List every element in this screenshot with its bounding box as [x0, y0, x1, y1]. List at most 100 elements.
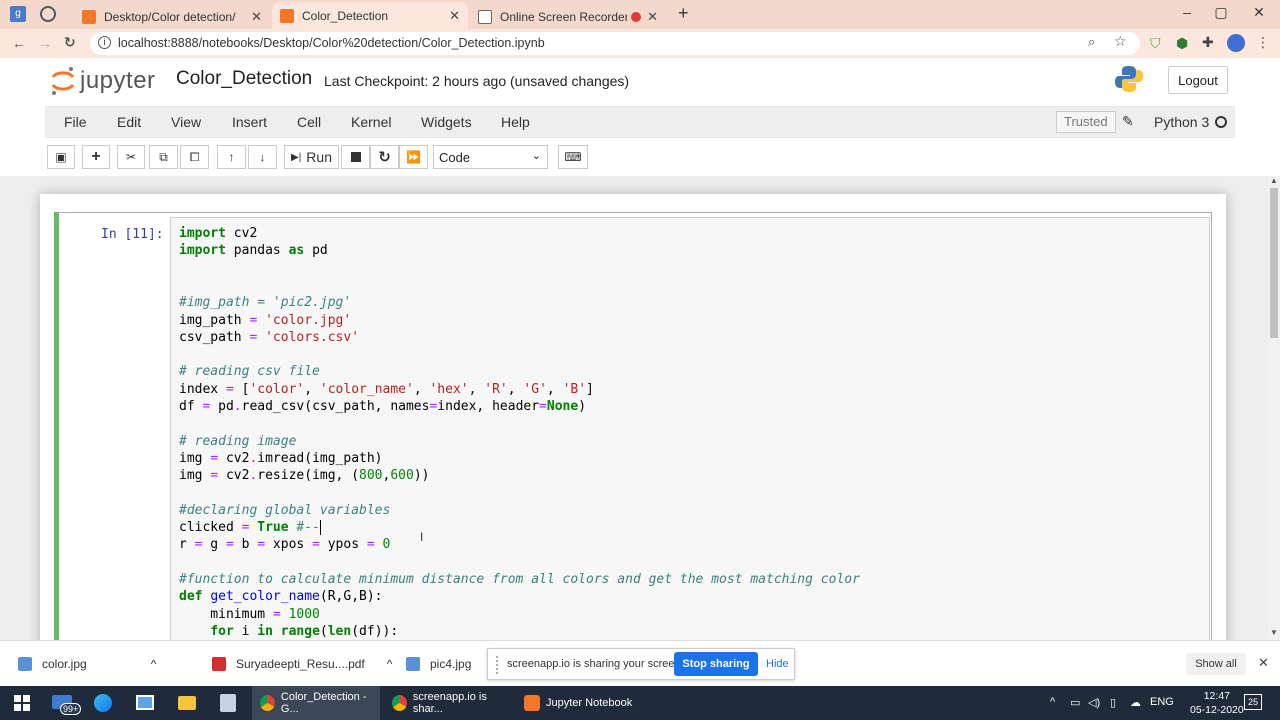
windows-start-icon[interactable] — [14, 695, 30, 711]
pdf-reader-icon[interactable] — [220, 694, 236, 712]
menu-bar: File Edit View Insert Cell Kernel Widget… — [45, 106, 1235, 138]
stop-sharing-button[interactable]: Stop sharing — [674, 652, 758, 676]
download-item[interactable]: pic4.jpg — [406, 657, 471, 671]
code-line: clicked = True #-- — [179, 520, 329, 536]
code-line: import cv2 — [179, 226, 258, 241]
file-explorer-icon[interactable] — [178, 696, 196, 710]
bookmark-star-icon[interactable]: ☆ — [1114, 33, 1127, 50]
hide-button[interactable]: Hide — [766, 658, 789, 670]
profile-avatar[interactable] — [1227, 34, 1245, 52]
menu-view[interactable]: View — [171, 114, 201, 130]
volume-icon[interactable]: ◁) — [1088, 696, 1100, 709]
chevron-up-icon[interactable]: ^ — [387, 657, 393, 671]
scroll-up-icon[interactable]: ▲ — [1270, 176, 1278, 185]
close-downloads-icon[interactable]: ✕ — [1258, 655, 1269, 671]
menu-cell[interactable]: Cell — [297, 114, 321, 130]
scroll-down-icon[interactable]: ▼ — [1270, 628, 1278, 637]
minimize-icon[interactable]: – — [1172, 4, 1202, 20]
notifications-icon[interactable]: 25 — [1244, 694, 1262, 710]
more-menu-icon[interactable]: ⋮ — [1256, 34, 1270, 51]
tab-online-screen-recorder[interactable]: Online Screen Recorder ✕ — [470, 4, 666, 29]
menu-kernel[interactable]: Kernel — [351, 114, 391, 130]
code-editor[interactable]: import cv2 import pandas as pd #img_path… — [170, 217, 1210, 640]
paste-button[interactable]: ⧠ — [180, 145, 209, 169]
scrollbar-thumb[interactable] — [1270, 188, 1278, 338]
insert-cell-button[interactable]: + — [82, 145, 110, 169]
arrow-up-icon: ↑ — [228, 150, 235, 164]
menu-file[interactable]: File — [64, 114, 87, 130]
back-icon[interactable]: ← — [12, 35, 26, 51]
run-button[interactable]: ▶| Run — [284, 145, 339, 169]
menu-help[interactable]: Help — [501, 114, 530, 130]
extensions-icon[interactable]: ✚ — [1202, 34, 1214, 51]
save-button[interactable]: ▣ — [47, 145, 75, 169]
cell-prompt: In [11]: — [101, 227, 164, 242]
google-icon[interactable] — [40, 6, 56, 22]
chevron-up-icon[interactable]: ^ — [151, 657, 157, 671]
drag-handle-icon[interactable] — [496, 656, 498, 674]
app-icon[interactable]: g — [10, 6, 26, 22]
cut-button[interactable]: ✂ — [117, 145, 145, 169]
image-file-icon — [406, 657, 420, 671]
trusted-indicator[interactable]: Trusted — [1056, 111, 1116, 133]
vertical-scrollbar[interactable]: ▲ ▼ — [1268, 176, 1280, 640]
close-tab-icon[interactable]: ✕ — [647, 9, 658, 25]
command-palette-button[interactable]: ⌨ — [558, 145, 588, 169]
code-line: for i in range(len(df)): — [210, 623, 399, 639]
zoom-icon[interactable]: ⌕ — [1088, 34, 1095, 50]
taskbar-app-chrome-screenapp[interactable]: screenapp.io is shar... — [384, 686, 512, 720]
code-line: index = ['color', 'color_name', 'hex', '… — [179, 381, 594, 397]
screen-recorder-favicon-icon — [478, 9, 492, 24]
menu-insert[interactable]: Insert — [232, 114, 267, 130]
network-icon[interactable]: ▭ — [1070, 696, 1080, 709]
copy-button[interactable]: ⧉ — [149, 145, 178, 169]
shield-extension-icon[interactable]: ⛉ — [1150, 35, 1161, 52]
system-clock[interactable]: 12:47 05-12-2020 — [1190, 689, 1244, 717]
edge-icon[interactable] — [94, 694, 112, 712]
taskbar-app-jupyter[interactable]: Jupyter Notebook — [516, 686, 644, 720]
battery-icon[interactable]: ▯ — [1110, 696, 1116, 709]
logout-button[interactable]: Logout — [1168, 66, 1228, 94]
code-line: img = cv2.resize(img, (800,600)) — [179, 468, 430, 484]
close-tab-icon[interactable]: ✕ — [251, 9, 262, 25]
image-file-icon — [18, 657, 32, 671]
address-bar[interactable]: i localhost:8888/notebooks/Desktop/Color… — [90, 32, 1140, 55]
interrupt-button[interactable] — [341, 145, 370, 169]
show-all-button[interactable]: Show all — [1186, 653, 1246, 675]
move-down-button[interactable]: ↓ — [248, 145, 277, 169]
kernel-idle-icon — [1215, 116, 1227, 128]
code-cell[interactable]: In [11]: import cv2 import pandas as pd … — [54, 212, 1212, 640]
jupyter-logo-text[interactable]: jupyter — [80, 67, 156, 95]
edit-pencil-icon[interactable]: ✎ — [1122, 113, 1134, 130]
restart-kernel-button[interactable]: ↻ — [370, 145, 399, 169]
taskbar-app-chrome-color-detection[interactable]: Color_Detection - G... — [252, 686, 380, 720]
cell-type-select[interactable]: Code ⌄ — [433, 145, 548, 169]
store-icon[interactable] — [136, 695, 154, 710]
notebook-title[interactable]: Color_Detection — [176, 68, 312, 90]
close-tab-icon[interactable]: ✕ — [449, 8, 460, 24]
onedrive-icon[interactable]: ☁ — [1130, 696, 1141, 709]
close-window-icon[interactable]: ✕ — [1244, 4, 1274, 21]
restart-run-all-button[interactable]: ⏩ — [399, 145, 428, 169]
mail-icon[interactable]: 99+ — [52, 693, 82, 715]
download-item[interactable]: Suryadeepti_Resu....pdf ^ — [212, 657, 392, 671]
new-tab-icon[interactable]: + — [678, 3, 689, 24]
jupyter-logo-icon[interactable] — [50, 66, 76, 96]
menu-widgets[interactable]: Widgets — [421, 114, 472, 130]
download-item[interactable]: color.jpg ^ — [18, 657, 156, 671]
kernel-name[interactable]: Python 3 — [1154, 114, 1209, 130]
info-icon[interactable]: i — [98, 36, 111, 49]
move-up-button[interactable]: ↑ — [217, 145, 246, 169]
tab-color-detection[interactable]: Color_Detection ✕ — [272, 2, 468, 29]
maximize-icon[interactable]: ▢ — [1206, 4, 1236, 21]
reload-icon[interactable]: ↻ — [64, 34, 76, 51]
show-hidden-icons-icon[interactable]: ^ — [1050, 696, 1055, 708]
adblock-extension-icon[interactable]: ⬢ — [1176, 35, 1188, 52]
code-line: img_path = 'color.jpg' — [179, 312, 352, 328]
url-text[interactable]: localhost:8888/notebooks/Desktop/Color%2… — [118, 36, 545, 50]
tab-desktop-color-detection[interactable]: Desktop/Color detection/ ✕ — [74, 4, 270, 29]
menu-edit[interactable]: Edit — [117, 114, 141, 130]
forward-icon[interactable]: → — [38, 35, 52, 51]
language-indicator[interactable]: ENG — [1150, 696, 1174, 708]
code-line: # reading image — [179, 433, 297, 449]
